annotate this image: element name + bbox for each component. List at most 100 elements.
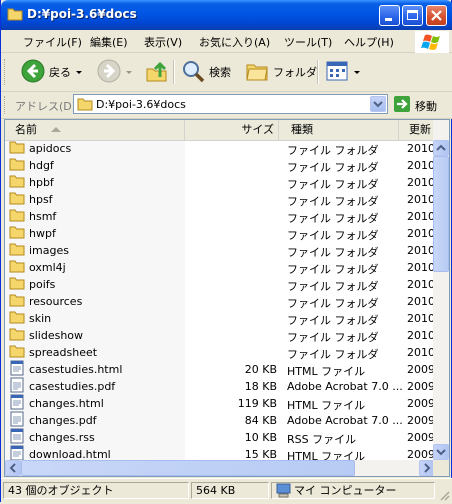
my-computer-icon bbox=[276, 483, 291, 502]
file-size: 84 KB bbox=[244, 414, 277, 427]
menu-view[interactable]: 表示(V) bbox=[144, 34, 182, 50]
file-type: ファイル フォルダ bbox=[287, 161, 379, 174]
file-row[interactable]: changes.rss 10 KB RSS ファイル 2009. bbox=[5, 428, 439, 446]
back-button[interactable]: 戻る bbox=[21, 58, 82, 86]
status-bar: 43 個のオブジェクト 564 KB マイ コンピューター bbox=[1, 478, 452, 503]
menu-file[interactable]: ファイル(F) bbox=[23, 34, 82, 50]
search-label: 検索 bbox=[209, 66, 231, 79]
file-row[interactable]: apidocs ファイル フォルダ 2010. bbox=[5, 140, 439, 157]
file-type: ファイル フォルダ bbox=[287, 195, 379, 208]
file-name: changes.html bbox=[29, 397, 104, 410]
file-name: poifs bbox=[29, 278, 56, 291]
file-name: changes.pdf bbox=[29, 414, 97, 427]
scroll-corner bbox=[433, 460, 449, 476]
address-input[interactable]: D:¥poi-3.6¥docs bbox=[73, 94, 388, 114]
menu-favorites[interactable]: お気に入り(A) bbox=[199, 34, 270, 50]
folder-icon bbox=[9, 242, 25, 259]
file-row[interactable]: resources ファイル フォルダ 2010. bbox=[5, 293, 439, 310]
folder-icon bbox=[9, 140, 25, 157]
scroll-up-button[interactable] bbox=[433, 140, 449, 156]
file-row[interactable]: hpsf ファイル フォルダ 2010. bbox=[5, 191, 439, 208]
folders-button[interactable]: フォルダ bbox=[245, 58, 317, 86]
vertical-scrollbar[interactable] bbox=[433, 120, 449, 460]
vertical-scroll-thumb[interactable] bbox=[433, 156, 449, 272]
file-size: 18 KB bbox=[244, 380, 277, 393]
file-row[interactable]: hwpf ファイル フォルダ 2010. bbox=[5, 225, 439, 242]
file-row[interactable]: poifs ファイル フォルダ 2010. bbox=[5, 276, 439, 293]
close-button[interactable] bbox=[426, 5, 447, 26]
go-button[interactable]: 移動 bbox=[393, 95, 437, 116]
file-type: HTML ファイル bbox=[287, 365, 366, 378]
up-folder-button[interactable] bbox=[145, 58, 169, 86]
file-row[interactable]: spreadsheet ファイル フォルダ 2010. bbox=[5, 344, 439, 361]
maximize-button[interactable] bbox=[402, 5, 423, 26]
file-type: ファイル フォルダ bbox=[287, 297, 379, 310]
file-list[interactable]: 名前 サイズ 種類 更新 apidocs ファイル フォルダ 2010. hdgf ファ… bbox=[4, 119, 450, 477]
folders-icon bbox=[245, 59, 269, 86]
file-name: hsmf bbox=[29, 210, 57, 223]
search-icon bbox=[181, 59, 205, 86]
column-header-size[interactable]: サイズ bbox=[185, 120, 279, 140]
horizontal-scroll-thumb[interactable] bbox=[21, 460, 355, 476]
folder-icon bbox=[9, 225, 25, 242]
toolbar-grip[interactable] bbox=[4, 59, 8, 85]
menu-tools[interactable]: ツール(T) bbox=[284, 34, 332, 50]
forward-dropdown-icon[interactable] bbox=[126, 70, 132, 74]
address-grip[interactable] bbox=[4, 96, 8, 114]
file-row[interactable]: images ファイル フォルダ 2010. bbox=[5, 242, 439, 259]
file-name: slideshow bbox=[29, 329, 84, 342]
horizontal-scrollbar[interactable] bbox=[5, 460, 435, 476]
scroll-down-button[interactable] bbox=[433, 444, 449, 460]
file-type: ファイル フォルダ bbox=[287, 314, 379, 327]
menu-edit[interactable]: 編集(E) bbox=[90, 34, 128, 50]
menu-bar: ファイル(F) 編集(E) 表示(V) お気に入り(A) ツール(T) ヘルプ(… bbox=[1, 30, 452, 53]
file-row[interactable]: slideshow ファイル フォルダ 2010. bbox=[5, 327, 439, 344]
file-name: hpbf bbox=[29, 176, 54, 189]
explorer-window: D:¥poi-3.6¥docs ファイル(F) 編集(E) 表示(V) お気に入… bbox=[0, 0, 452, 503]
file-row[interactable]: hdgf ファイル フォルダ 2010. bbox=[5, 157, 439, 174]
folder-icon bbox=[9, 276, 25, 293]
folders-label: フォルダ bbox=[273, 66, 317, 79]
views-button[interactable] bbox=[325, 58, 360, 86]
file-type: ファイル フォルダ bbox=[287, 144, 379, 157]
file-size: 119 KB bbox=[237, 397, 277, 410]
folder-icon bbox=[9, 174, 25, 191]
title-bar[interactable]: D:¥poi-3.6¥docs bbox=[1, 0, 452, 30]
back-dropdown-icon[interactable] bbox=[76, 70, 82, 74]
minimize-button[interactable] bbox=[379, 5, 400, 26]
file-name: resources bbox=[29, 295, 83, 308]
status-object-count: 43 個のオブジェクト bbox=[3, 482, 189, 499]
file-name: oxml4j bbox=[29, 261, 66, 274]
back-arrow-icon bbox=[21, 59, 45, 86]
file-row[interactable]: oxml4j ファイル フォルダ 2010. bbox=[5, 259, 439, 276]
search-button[interactable]: 検索 bbox=[181, 58, 231, 86]
column-header-type[interactable]: 種類 bbox=[279, 120, 399, 140]
address-dropdown-button[interactable] bbox=[370, 96, 386, 112]
scroll-left-button[interactable] bbox=[5, 460, 21, 476]
file-name: hdgf bbox=[29, 159, 54, 172]
file-size: 10 KB bbox=[244, 431, 277, 444]
file-type: ファイル フォルダ bbox=[287, 348, 379, 361]
file-name: hpsf bbox=[29, 193, 53, 206]
views-dropdown-icon[interactable] bbox=[354, 70, 360, 74]
file-row[interactable]: hsmf ファイル フォルダ 2010. bbox=[5, 208, 439, 225]
file-row[interactable]: changes.pdf 84 KB Adobe Acrobat 7.0 ... 200… bbox=[5, 411, 439, 429]
forward-button[interactable] bbox=[97, 58, 132, 86]
menu-help[interactable]: ヘルプ(H) bbox=[344, 34, 394, 50]
file-row[interactable]: skin ファイル フォルダ 2010. bbox=[5, 310, 439, 327]
forward-arrow-icon bbox=[97, 59, 121, 86]
file-type: ファイル フォルダ bbox=[287, 178, 379, 191]
file-name: images bbox=[29, 244, 69, 257]
file-row[interactable]: casestudies.html 20 KB HTML ファイル 2009. bbox=[5, 360, 439, 378]
file-name: spreadsheet bbox=[29, 346, 98, 359]
column-header-name[interactable]: 名前 bbox=[5, 120, 185, 140]
file-type: Adobe Acrobat 7.0 ... bbox=[287, 380, 403, 393]
file-type: Adobe Acrobat 7.0 ... bbox=[287, 414, 403, 427]
file-row[interactable]: hpbf ファイル フォルダ 2010. bbox=[5, 174, 439, 191]
toolbar-separator bbox=[173, 60, 175, 84]
file-row[interactable]: changes.html 119 KB HTML ファイル 2009. bbox=[5, 394, 439, 412]
folder-icon bbox=[9, 344, 25, 361]
folder-icon bbox=[7, 7, 23, 21]
file-type: RSS ファイル bbox=[287, 433, 357, 446]
file-row[interactable]: casestudies.pdf 18 KB Adobe Acrobat 7.0 ..… bbox=[5, 377, 439, 395]
